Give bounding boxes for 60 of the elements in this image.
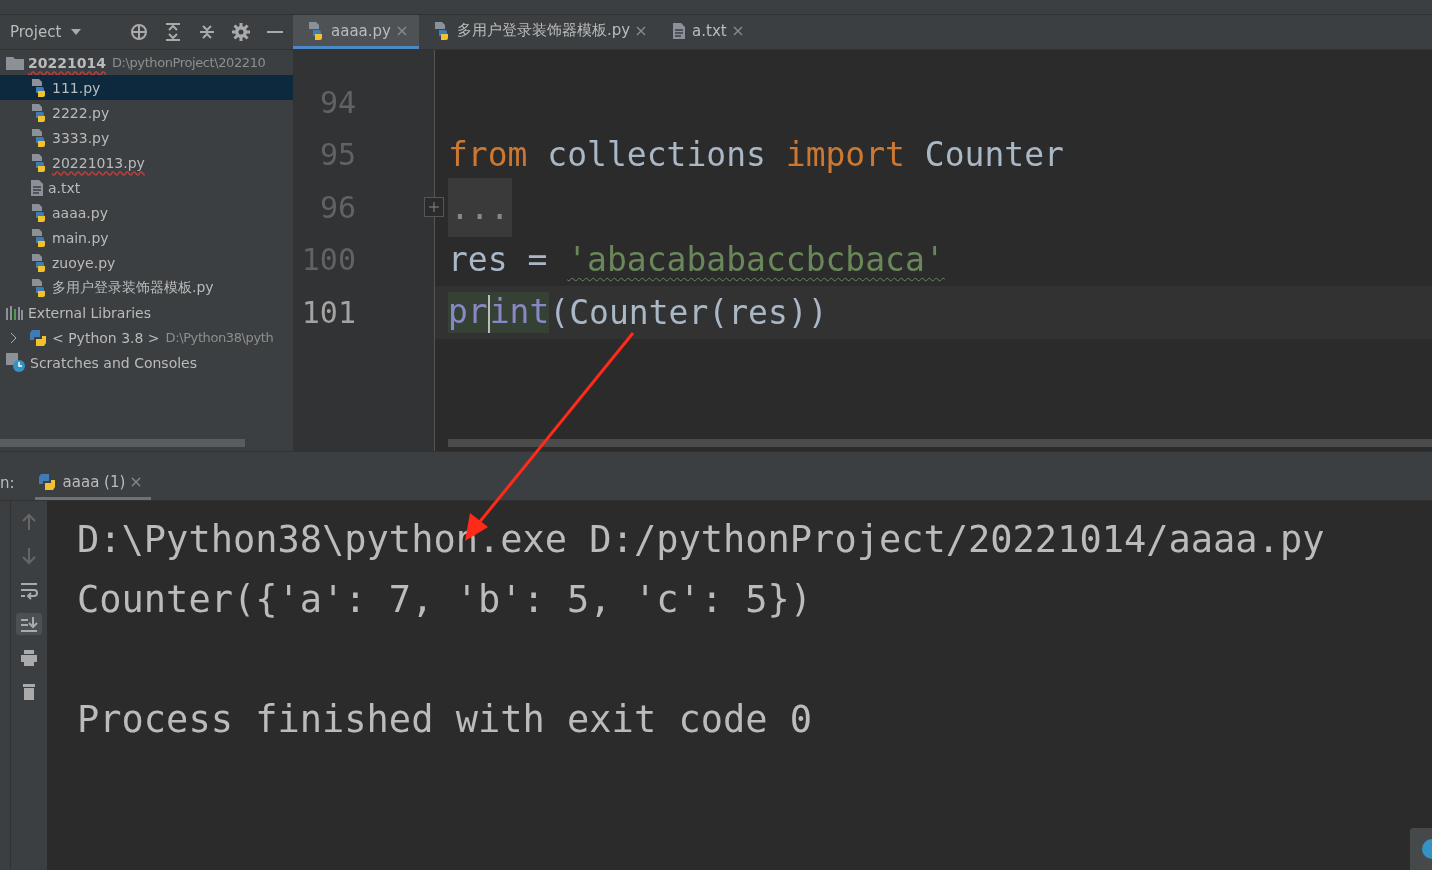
locate-icon[interactable] bbox=[129, 22, 149, 42]
tree-item[interactable]: < Python 3.8 > D:\Python38\pyth bbox=[0, 325, 293, 350]
tree-item[interactable]: 20221014 D:\pythonProject\202210 bbox=[0, 50, 293, 75]
python-file-icon bbox=[30, 252, 48, 273]
console-output-line: Counter({'a': 7, 'b': 5, 'c': 5}) bbox=[77, 577, 813, 621]
editor-tab[interactable]: aaaa.py bbox=[293, 15, 419, 49]
project-view-selector[interactable]: Project bbox=[10, 23, 82, 41]
python-file-icon bbox=[30, 277, 48, 298]
settings-icon[interactable] bbox=[231, 22, 251, 42]
code-line: res = 'abacababaccbcbaca' bbox=[447, 239, 946, 282]
close-icon[interactable] bbox=[131, 476, 142, 487]
line-number: 101 bbox=[300, 293, 357, 332]
editor-tab[interactable]: 多用户登录装饰器模板.py bbox=[418, 15, 659, 49]
tree-item[interactable]: a.txt bbox=[0, 175, 293, 200]
tree-item[interactable]: aaaa.py bbox=[0, 200, 293, 225]
scratches-icon bbox=[6, 352, 26, 373]
python-file-icon bbox=[30, 127, 48, 148]
tree-item[interactable]: 111.py bbox=[0, 75, 293, 100]
python-file-icon bbox=[30, 227, 48, 248]
tree-item[interactable]: 3333.py bbox=[0, 125, 293, 150]
console-output-line: D:\Python38\python.exe D:/pythonProject/20221014/aaaa.py bbox=[77, 517, 1325, 561]
down-arrow-icon[interactable] bbox=[19, 546, 39, 566]
tree-item[interactable]: zuoye.py bbox=[0, 250, 293, 275]
tree-item[interactable]: External Libraries bbox=[0, 300, 293, 325]
run-tab[interactable]: aaaa (1) bbox=[34, 466, 152, 500]
tree-item[interactable]: main.py bbox=[0, 225, 293, 250]
folder-icon bbox=[6, 55, 24, 70]
run-label: n: bbox=[0, 474, 15, 492]
text-file-icon bbox=[30, 178, 44, 197]
tree-item[interactable]: Scratches and Consoles bbox=[0, 350, 293, 375]
python-file-icon bbox=[307, 20, 325, 41]
chevron-right-icon[interactable] bbox=[8, 331, 18, 344]
python-file-icon bbox=[30, 152, 48, 173]
notification-widget[interactable] bbox=[1410, 828, 1432, 870]
python-logo-icon bbox=[28, 328, 48, 347]
python-logo-icon bbox=[36, 472, 57, 491]
python-file-icon bbox=[30, 202, 48, 223]
print-icon[interactable] bbox=[19, 648, 39, 668]
dropdown-caret-icon bbox=[71, 29, 82, 35]
libraries-icon bbox=[6, 305, 24, 320]
tree-item[interactable]: 20221013.py bbox=[0, 150, 293, 175]
console-output-line: Process finished with exit code 0 bbox=[77, 697, 813, 741]
python-file-icon bbox=[30, 77, 48, 98]
close-icon[interactable] bbox=[636, 25, 647, 36]
scrollbar[interactable] bbox=[0, 439, 245, 447]
close-icon[interactable] bbox=[732, 25, 743, 36]
soft-wrap-icon[interactable] bbox=[19, 580, 39, 600]
close-icon[interactable] bbox=[396, 25, 407, 36]
code-line: from collections import Counter bbox=[447, 134, 1065, 177]
expand-all-icon[interactable] bbox=[163, 22, 183, 42]
expand-fold-icon[interactable] bbox=[424, 197, 444, 218]
tree-item[interactable]: 2222.py bbox=[0, 100, 293, 125]
python-file-icon bbox=[432, 20, 451, 41]
editor-tab[interactable]: a.txt bbox=[658, 15, 755, 49]
scrollbar[interactable] bbox=[448, 439, 1432, 447]
scroll-to-end-icon[interactable] bbox=[19, 614, 39, 634]
python-file-icon bbox=[30, 102, 48, 123]
text-file-icon bbox=[672, 21, 687, 40]
tree-item[interactable]: 多用户登录装饰器模板.py bbox=[0, 275, 293, 300]
code-line: ... bbox=[435, 181, 1432, 234]
